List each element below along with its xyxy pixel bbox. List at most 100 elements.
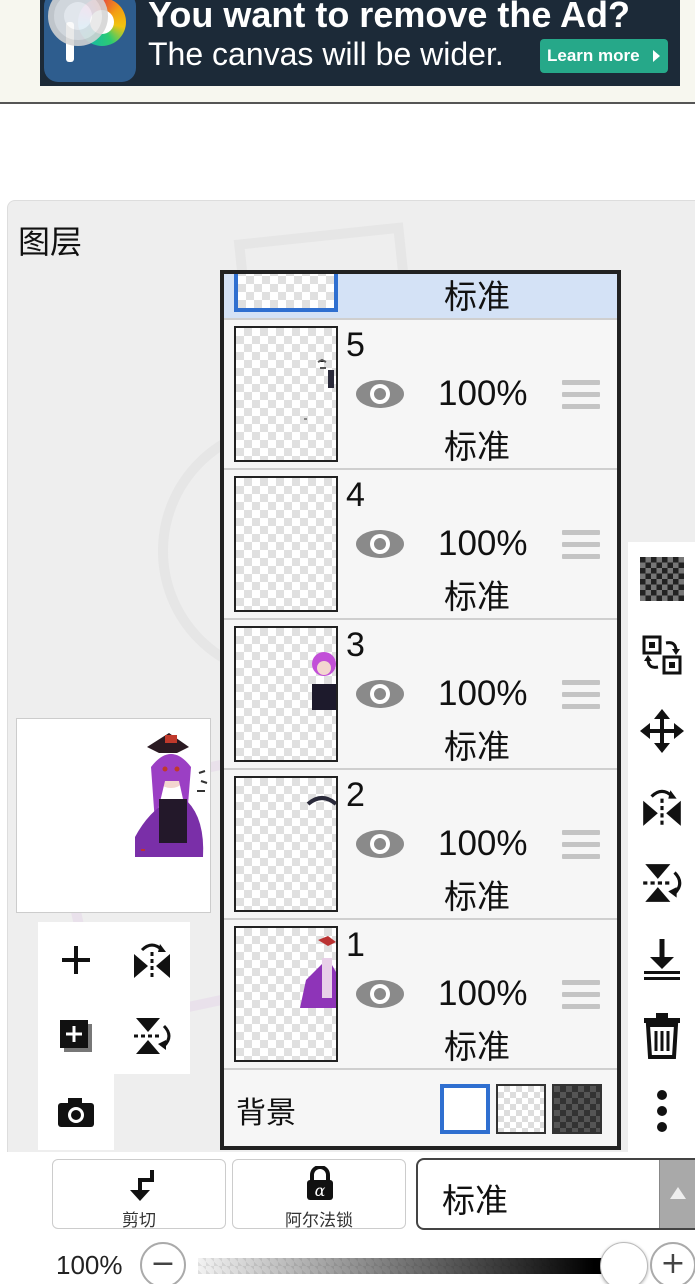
more-options-button[interactable] [628,1076,695,1146]
layer-row-5[interactable]: 5 100% 标准 [224,320,617,470]
layer-thumbnail [234,926,338,1062]
learn-more-label: Learn more [547,46,640,65]
layer-list[interactable]: 标准 5 100% 标准 4 100% 标准 3 100% 标准 2 100% … [220,270,621,1150]
camera-button[interactable] [38,1074,114,1150]
minus-icon: − [150,1246,176,1281]
flip-layer-horizontal-button[interactable] [114,922,190,998]
layer-opacity: 100% [438,374,528,413]
background-label: 背景 [236,1096,296,1131]
clip-arrow-icon [130,1170,154,1201]
visibility-eye-icon[interactable] [354,678,406,710]
layer-row-2[interactable]: 2 100% 标准 [224,770,617,920]
layer-row-4[interactable]: 4 100% 标准 [224,470,617,620]
layer-blend-mode: 标准 [444,1027,510,1066]
panel-title: 图层 [18,223,83,261]
clip-label: 剪切 [122,1211,156,1231]
more-icon [656,1090,667,1132]
flip-vertical-icon [134,1018,171,1054]
ad-banner[interactable]: You want to remove the Ad? The canvas wi… [0,0,695,104]
visibility-eye-icon[interactable] [354,828,406,860]
blend-mode-select[interactable]: 标准 [416,1158,695,1230]
camera-icon [58,1098,94,1127]
delete-layer-button[interactable] [628,1000,695,1070]
background-row: 背景 [224,1070,617,1146]
plus-icon: + [660,1246,686,1281]
add-copy-layer-button[interactable] [38,998,114,1074]
opacity-value-label: 100% [56,1250,123,1280]
flip-vertical-button[interactable] [628,848,695,918]
ad-subline: The canvas will be wider. [148,36,504,72]
layer-row-3[interactable]: 3 100% 标准 [224,620,617,770]
background-dark-swatch[interactable] [552,1084,602,1134]
background-transparent-swatch[interactable] [496,1084,546,1134]
alpha-lock-button[interactable]: α 阿尔法锁 [232,1159,406,1231]
flip-horizontal-icon [134,943,170,980]
layer-opacity: 100% [438,974,528,1013]
svg-text:α: α [315,1181,326,1200]
background-white-swatch[interactable] [440,1084,490,1134]
add-layer-icon [62,946,90,974]
dropdown-arrow-icon[interactable] [659,1160,695,1228]
layer-thumbnail [234,626,338,762]
alpha-lock-label: 阿尔法锁 [285,1211,353,1231]
layer-number: 4 [346,476,365,514]
opacity-slider[interactable] [198,1258,628,1274]
bottom-bar: 剪切 α 阿尔法锁 标准 100% − + [0,1152,695,1284]
ad-box[interactable]: You want to remove the Ad? The canvas wi… [40,0,680,86]
learn-more-button[interactable]: Learn more [540,39,668,73]
flip-vertical-icon [642,864,681,902]
flip-layer-vertical-button[interactable] [114,998,190,1074]
move-button[interactable] [628,696,695,766]
opacity-increase-button[interactable]: + [650,1242,695,1284]
clip-button[interactable]: 剪切 [52,1159,226,1231]
layer-blend-mode: 标准 [444,877,510,916]
layer-thumbnail [234,274,338,312]
layer-blend-mode: 标准 [444,577,510,616]
transform-layer-icon [642,635,681,675]
left-tool-grid [38,922,190,1150]
character-preview-image [135,733,208,857]
layer-blend-mode: 标准 [444,727,510,766]
move-icon [639,709,684,753]
right-tool-column [628,542,695,1154]
drag-handle-icon[interactable] [562,530,600,560]
layer-number: 1 [346,926,365,964]
layer-blend-mode: 标准 [444,277,510,316]
layer-row-1[interactable]: 1 100% 标准 [224,920,617,1070]
layer-number: 3 [346,626,365,664]
flip-horizontal-button[interactable] [628,772,695,842]
blend-mode-value: 标准 [442,1181,508,1220]
ad-headline: You want to remove the Ad? [148,0,631,35]
layer-thumbnail [234,776,338,912]
visibility-eye-icon[interactable] [354,378,406,410]
opacity-decrease-button[interactable]: − [140,1242,186,1284]
drag-handle-icon[interactable] [562,830,600,860]
drag-handle-icon[interactable] [562,680,600,710]
drag-handle-icon[interactable] [562,380,600,410]
add-layer-button[interactable] [38,922,114,998]
layer-number: 2 [346,776,365,814]
layer-number: 5 [346,326,365,364]
layer-blend-mode: 标准 [444,427,510,466]
alpha-lock-icon: α [307,1166,333,1200]
layer-row-selected[interactable]: 标准 [224,274,617,320]
layer-opacity: 100% [438,674,528,713]
visibility-eye-icon[interactable] [354,528,406,560]
add-copy-layer-icon [60,1020,92,1052]
merge-down-icon [643,939,680,980]
layer-opacity: 100% [438,524,528,563]
transform-layer-button[interactable] [628,620,695,690]
flip-horizontal-icon [642,789,681,828]
checker-icon [639,557,684,601]
play-arrow-icon [653,50,660,62]
layer-thumbnail [234,476,338,612]
layer-thumbnail [234,326,338,462]
drag-handle-icon[interactable] [562,980,600,1010]
canvas-preview[interactable] [16,718,211,913]
layer-opacity: 100% [438,824,528,863]
trash-icon [643,1013,680,1059]
visibility-eye-icon[interactable] [354,978,406,1010]
merge-down-button[interactable] [628,924,695,994]
checker-button[interactable] [628,544,695,614]
opacity-slider-thumb[interactable] [600,1242,648,1284]
